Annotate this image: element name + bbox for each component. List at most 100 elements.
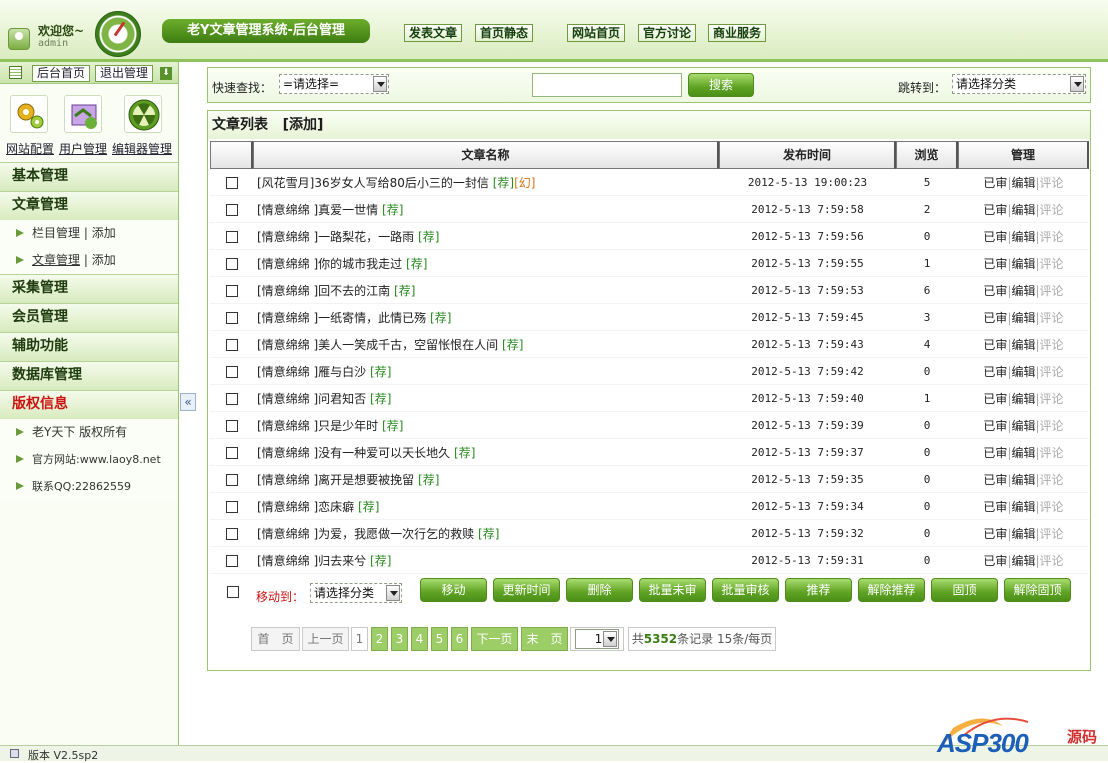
row-checkbox[interactable] <box>225 257 238 270</box>
nav-post-article[interactable]: 发表文章 <box>404 24 462 42</box>
approved-link[interactable]: 已审 <box>983 176 1007 190</box>
row-checkbox[interactable] <box>225 230 238 243</box>
approved-link[interactable]: 已审 <box>983 527 1007 541</box>
download-icon[interactable]: ⬇ <box>160 67 172 80</box>
section-tools[interactable]: 辅助功能 <box>0 332 178 361</box>
search-select[interactable]: =请选择= <box>279 74 389 94</box>
edit-link[interactable]: 编辑 <box>1011 230 1035 244</box>
nav-static-home[interactable]: 首页静态 <box>475 24 533 42</box>
move-button[interactable]: 移动 <box>420 578 487 602</box>
approved-link[interactable]: 已审 <box>983 419 1007 433</box>
approved-link[interactable]: 已审 <box>983 446 1007 460</box>
edit-link[interactable]: 编辑 <box>1011 392 1035 406</box>
article-add-link[interactable]: 添加 <box>92 253 116 267</box>
prev-page[interactable]: 上一页 <box>302 627 349 651</box>
article-title-link[interactable]: [情意绵绵 ]为爱，我愿做一次行乞的救赎 <box>257 527 474 541</box>
edit-link[interactable]: 编辑 <box>1011 419 1035 433</box>
category-add-link[interactable]: 添加 <box>92 226 116 240</box>
edit-link[interactable]: 编辑 <box>1011 554 1035 568</box>
section-copyright[interactable]: 版权信息 <box>0 390 178 419</box>
article-title-link[interactable]: [风花雪月]36岁女人写给80后小三的一封信 <box>257 176 489 190</box>
comment-link[interactable]: 评论 <box>1040 500 1064 514</box>
row-checkbox[interactable] <box>225 311 238 324</box>
page-3[interactable]: 3 <box>391 627 408 651</box>
article-title-link[interactable]: [情意绵绵 ]问君知否 <box>257 392 366 406</box>
article-title-link[interactable]: [情意绵绵 ]没有一种爱可以天长地久 <box>257 446 450 460</box>
article-title-link[interactable]: [情意绵绵 ]只是少年时 <box>257 419 378 433</box>
approved-link[interactable]: 已审 <box>983 392 1007 406</box>
comment-link[interactable]: 评论 <box>1040 392 1064 406</box>
unrecommend-button[interactable]: 解除推荐 <box>858 578 925 602</box>
jump-select[interactable]: 请选择分类 <box>952 74 1086 94</box>
move-category-select[interactable]: 请选择分类 <box>310 583 402 603</box>
row-checkbox[interactable] <box>225 500 238 513</box>
approved-link[interactable]: 已审 <box>983 230 1007 244</box>
approved-link[interactable]: 已审 <box>983 311 1007 325</box>
edit-link[interactable]: 编辑 <box>1011 311 1035 325</box>
nav-site-home[interactable]: 网站首页 <box>567 24 625 42</box>
page-4[interactable]: 4 <box>411 627 428 651</box>
batch-unapprove-button[interactable]: 批量未审 <box>639 578 706 602</box>
row-checkbox[interactable] <box>225 392 238 405</box>
section-member[interactable]: 会员管理 <box>0 303 178 332</box>
article-title-link[interactable]: [情意绵绵 ]美人一笑成千古，空留怅恨在人间 <box>257 338 498 352</box>
page-1[interactable]: 1 <box>351 627 368 651</box>
next-page[interactable]: 下一页 <box>471 627 518 651</box>
page-5[interactable]: 5 <box>431 627 448 651</box>
approved-link[interactable]: 已审 <box>983 203 1007 217</box>
section-database[interactable]: 数据库管理 <box>0 361 178 390</box>
row-checkbox[interactable] <box>225 527 238 540</box>
edit-link[interactable]: 编辑 <box>1011 257 1035 271</box>
row-checkbox[interactable] <box>225 284 238 297</box>
comment-link[interactable]: 评论 <box>1040 446 1064 460</box>
last-page[interactable]: 末 页 <box>521 627 568 651</box>
article-title-link[interactable]: [情意绵绵 ]雁与白沙 <box>257 365 366 379</box>
row-checkbox[interactable] <box>225 338 238 351</box>
approved-link[interactable]: 已审 <box>983 365 1007 379</box>
comment-link[interactable]: 评论 <box>1040 230 1064 244</box>
approved-link[interactable]: 已审 <box>983 554 1007 568</box>
row-checkbox[interactable] <box>225 473 238 486</box>
edit-link[interactable]: 编辑 <box>1011 176 1035 190</box>
edit-link[interactable]: 编辑 <box>1011 203 1035 217</box>
article-title-link[interactable]: [情意绵绵 ]真爱一世情 <box>257 203 378 217</box>
section-collect[interactable]: 采集管理 <box>0 274 178 303</box>
article-title-link[interactable]: [情意绵绵 ]恋床癖 <box>257 500 354 514</box>
nav-business[interactable]: 商业服务 <box>708 24 766 42</box>
editor-manage-link[interactable]: 编辑器管理 <box>112 140 172 157</box>
logout-button[interactable]: 退出管理 <box>95 65 153 82</box>
article-title-link[interactable]: [情意绵绵 ]你的城市我走过 <box>257 257 402 271</box>
approved-link[interactable]: 已审 <box>983 284 1007 298</box>
comment-link[interactable]: 评论 <box>1040 527 1064 541</box>
official-site-label[interactable]: 官方网站:www.laoy8.net <box>32 453 161 466</box>
select-all-checkbox[interactable] <box>227 586 239 598</box>
approved-link[interactable]: 已审 <box>983 473 1007 487</box>
users-icon[interactable] <box>64 95 102 133</box>
article-title-link[interactable]: [情意绵绵 ]一路梨花，一路雨 <box>257 230 414 244</box>
article-title-link[interactable]: [情意绵绵 ]一纸寄情，此情已殇 <box>257 311 426 325</box>
update-time-button[interactable]: 更新时间 <box>493 578 560 602</box>
comment-link[interactable]: 评论 <box>1040 203 1064 217</box>
search-input[interactable] <box>532 73 682 97</box>
article-title-link[interactable]: [情意绵绵 ]归去来兮 <box>257 554 366 568</box>
edit-link[interactable]: 编辑 <box>1011 284 1035 298</box>
section-basic[interactable]: 基本管理 <box>0 162 178 191</box>
comment-link[interactable]: 评论 <box>1040 284 1064 298</box>
row-checkbox[interactable] <box>225 176 238 189</box>
pin-button[interactable]: 固顶 <box>931 578 998 602</box>
category-manage-link[interactable]: 栏目管理 <box>32 226 80 240</box>
site-config-link[interactable]: 网站配置 <box>6 140 54 157</box>
row-checkbox[interactable] <box>225 446 238 459</box>
recommend-button[interactable]: 推荐 <box>785 578 852 602</box>
section-article[interactable]: 文章管理 <box>0 191 178 220</box>
article-title-link[interactable]: [情意绵绵 ]回不去的江南 <box>257 284 390 298</box>
admin-home-button[interactable]: 后台首页 <box>32 65 90 82</box>
user-manage-link[interactable]: 用户管理 <box>59 140 107 157</box>
page-2[interactable]: 2 <box>371 627 388 651</box>
edit-link[interactable]: 编辑 <box>1011 365 1035 379</box>
comment-link[interactable]: 评论 <box>1040 365 1064 379</box>
approved-link[interactable]: 已审 <box>983 338 1007 352</box>
nav-forum[interactable]: 官方讨论 <box>638 24 696 42</box>
article-manage-link[interactable]: 文章管理 <box>32 253 80 267</box>
comment-link[interactable]: 评论 <box>1040 338 1064 352</box>
